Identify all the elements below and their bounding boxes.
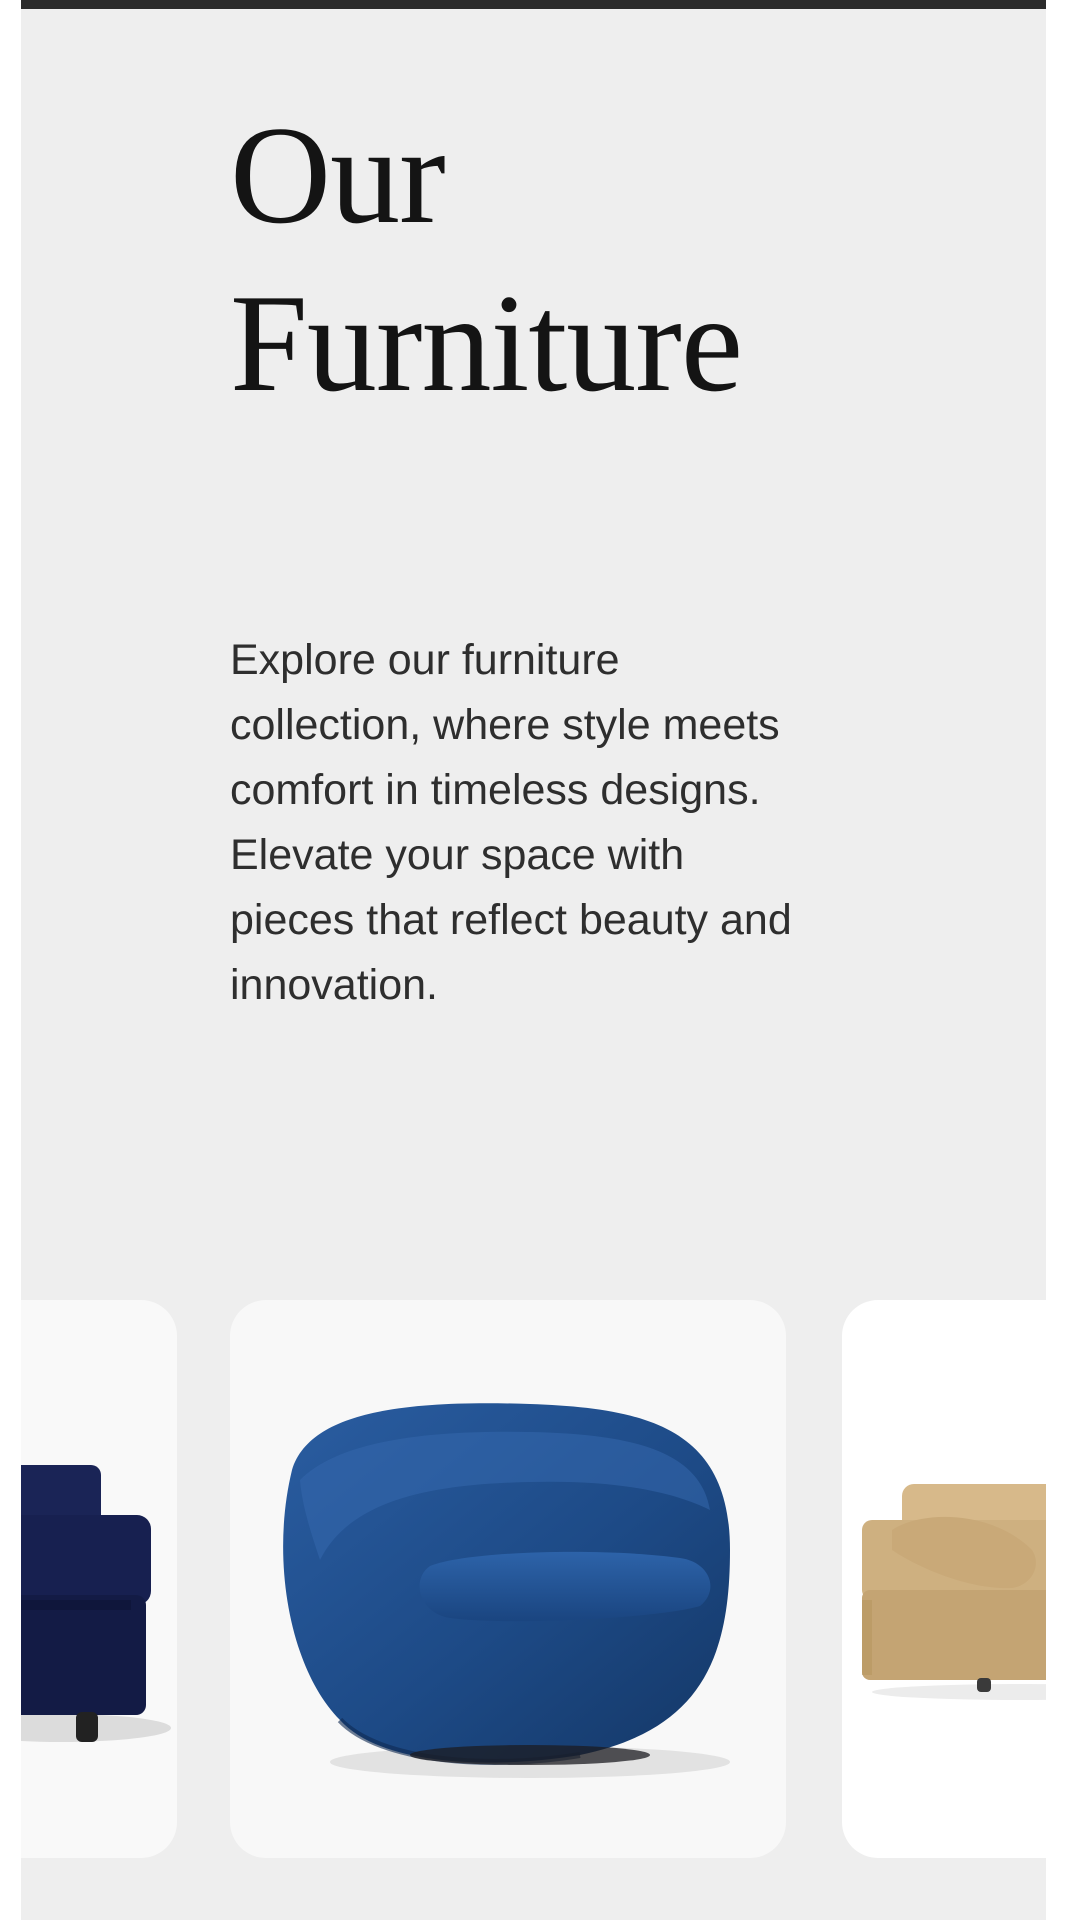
product-card-blue-swivel-chair[interactable] — [230, 1300, 786, 1858]
title-line-1: Our — [230, 98, 446, 253]
product-card-navy-sofa[interactable] — [21, 1300, 177, 1858]
tan-sofa-image — [862, 1484, 1046, 1700]
page: Our Furniture Explore our furniture coll… — [21, 0, 1046, 1920]
product-carousel[interactable] — [21, 1300, 1046, 1860]
title-line-2: Furniture — [230, 266, 743, 421]
blue-swivel-chair-image — [283, 1403, 730, 1778]
top-bar — [21, 0, 1046, 9]
product-card-tan-sofa[interactable] — [842, 1300, 1046, 1858]
navy-sofa-image — [21, 1465, 171, 1742]
intro-description: Explore our furniture collection, where … — [230, 636, 792, 1009]
page-title: Our Furniture — [230, 92, 743, 428]
